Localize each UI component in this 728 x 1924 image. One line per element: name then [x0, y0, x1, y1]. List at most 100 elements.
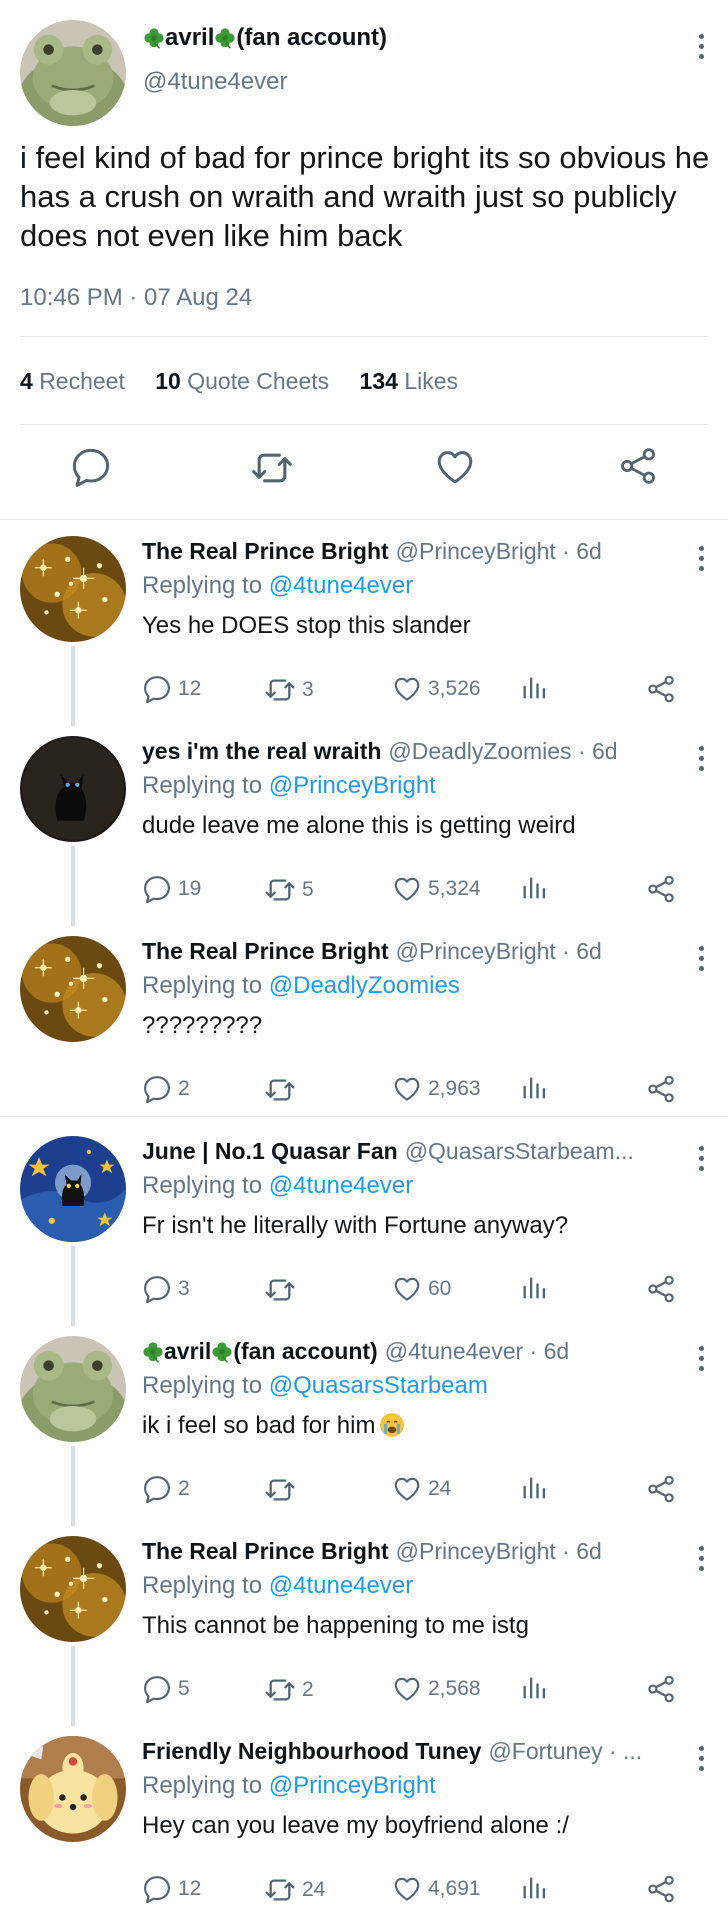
share-button[interactable] — [646, 874, 676, 904]
reply-text: Fr isn't he literally with Fortune anywa… — [142, 1212, 569, 1239]
more-options-button[interactable] — [698, 546, 704, 571]
views-button[interactable] — [520, 1274, 548, 1302]
avatar[interactable] — [20, 936, 126, 1042]
reply-author-name-suffix[interactable]: (fan account) — [233, 1338, 377, 1365]
replying-to-link[interactable]: @DeadlyZoomies — [269, 972, 460, 999]
more-options-button[interactable] — [698, 1546, 704, 1571]
tweet-actions — [0, 446, 728, 496]
reply-item[interactable]: avril (fan account) @4tune4ever · 6d Rep… — [0, 1324, 728, 1526]
reply-button[interactable]: 12 — [142, 1874, 201, 1904]
reply-button[interactable]: 5 — [142, 1674, 190, 1704]
avatar[interactable] — [20, 1736, 126, 1842]
replying-to-link[interactable]: @4tune4ever — [269, 1572, 413, 1599]
more-options-button[interactable] — [698, 746, 704, 771]
more-options-button[interactable] — [698, 946, 704, 971]
heart-icon — [392, 674, 422, 704]
divider — [20, 336, 708, 337]
more-options-button[interactable] — [698, 1146, 704, 1171]
reply-item[interactable]: The Real Prince Bright @PrinceyBright · … — [0, 924, 728, 1124]
like-button[interactable]: 2,568 — [392, 1674, 481, 1704]
reply-handle-time[interactable]: @PrinceyBright · 6d — [396, 1538, 602, 1565]
reply-handle-time[interactable]: @DeadlyZoomies · 6d — [388, 738, 617, 765]
reply-handle-time[interactable]: @Fortuney · ... — [488, 1738, 642, 1765]
reply-item[interactable]: June | No.1 Quasar Fan @QuasarsStarbeam.… — [0, 1124, 728, 1326]
like-button[interactable]: 24 — [392, 1474, 451, 1504]
replying-to-link[interactable]: @QuasarsStarbeam — [269, 1372, 488, 1399]
views-button[interactable] — [520, 674, 548, 702]
reply-author-name[interactable]: avril — [164, 1338, 211, 1365]
views-button[interactable] — [520, 1674, 548, 1702]
reply-button[interactable]: 2 — [142, 1074, 190, 1104]
reply-button[interactable] — [70, 446, 112, 493]
replying-to-link[interactable]: @4tune4ever — [269, 572, 413, 599]
likes-stat[interactable]: 134 Likes — [360, 368, 458, 394]
like-button[interactable]: 60 — [392, 1274, 451, 1304]
recheet-button[interactable] — [250, 446, 294, 495]
recheet-button[interactable]: 3 — [264, 674, 314, 706]
reply-author-name[interactable]: Friendly Neighbourhood Tuney — [142, 1738, 481, 1765]
reply-button[interactable]: 3 — [142, 1274, 190, 1304]
sparkle-avatar-icon — [20, 1536, 126, 1642]
avatar[interactable] — [20, 1336, 126, 1442]
reply-text: ????????? — [142, 1012, 263, 1039]
reply-button[interactable]: 19 — [142, 874, 201, 904]
like-button[interactable]: 2,963 — [392, 1074, 481, 1104]
reply-header: avril (fan account) @4tune4ever · 6d — [142, 1338, 670, 1365]
author-name[interactable]: avril (fan account) — [143, 24, 387, 52]
share-button[interactable] — [618, 446, 658, 491]
bar-chart-icon — [520, 1074, 548, 1102]
share-button[interactable] — [646, 1674, 676, 1704]
reply-handle-time[interactable]: @4tune4ever · 6d — [385, 1338, 569, 1365]
avatar[interactable] — [20, 20, 126, 126]
replying-to-link[interactable]: @PrinceyBright — [269, 772, 436, 799]
reply-author-name[interactable]: The Real Prince Bright — [142, 938, 389, 965]
reply-item[interactable]: Friendly Neighbourhood Tuney @Fortuney ·… — [0, 1724, 728, 1924]
views-button[interactable] — [520, 874, 548, 902]
views-button[interactable] — [520, 1474, 548, 1502]
share-icon — [646, 1874, 676, 1904]
like-button[interactable]: 5,324 — [392, 874, 481, 904]
views-button[interactable] — [520, 1874, 548, 1902]
views-button[interactable] — [520, 1074, 548, 1102]
recheet-button[interactable] — [264, 1074, 302, 1106]
reply-item[interactable]: yes i'm the real wraith @DeadlyZoomies ·… — [0, 724, 728, 926]
reply-item[interactable]: The Real Prince Bright @PrinceyBright · … — [0, 1524, 728, 1726]
reply-handle-time[interactable]: @PrinceyBright · 6d — [396, 938, 602, 965]
reply-author-name[interactable]: The Real Prince Bright — [142, 538, 389, 565]
share-button[interactable] — [646, 1074, 676, 1104]
replying-to-link[interactable]: @PrinceyBright — [269, 1772, 436, 1799]
avatar[interactable] — [20, 1136, 126, 1242]
avatar[interactable] — [20, 536, 126, 642]
reply-header: The Real Prince Bright @PrinceyBright · … — [142, 1538, 670, 1565]
author-handle[interactable]: @4tune4ever — [143, 68, 287, 96]
recheet-button[interactable]: 5 — [264, 874, 314, 906]
more-options-button[interactable] — [698, 1346, 704, 1371]
recheet-button[interactable]: 2 — [264, 1674, 314, 1706]
replying-to-link[interactable]: @4tune4ever — [269, 1172, 413, 1199]
share-button[interactable] — [646, 1874, 676, 1904]
more-options-button[interactable] — [698, 1746, 704, 1771]
share-button[interactable] — [646, 1274, 676, 1304]
like-button[interactable] — [434, 446, 476, 493]
reply-author-name[interactable]: The Real Prince Bright — [142, 1538, 389, 1565]
reply-author-name[interactable]: yes i'm the real wraith — [142, 738, 381, 765]
reply-button[interactable]: 2 — [142, 1474, 190, 1504]
recheet-button[interactable]: 24 — [264, 1874, 325, 1906]
share-button[interactable] — [646, 1474, 676, 1504]
more-options-button[interactable] — [698, 34, 704, 59]
share-button[interactable] — [646, 674, 676, 704]
reply-handle-time[interactable]: @PrinceyBright · 6d — [396, 538, 602, 565]
thread-line — [71, 846, 75, 926]
quotes-stat[interactable]: 10 Quote Cheets — [155, 368, 329, 394]
reply-button[interactable]: 12 — [142, 674, 201, 704]
avatar[interactable] — [20, 1536, 126, 1642]
recheet-button[interactable] — [264, 1274, 302, 1306]
avatar[interactable] — [20, 736, 126, 842]
reply-handle-time[interactable]: @QuasarsStarbeam... — [405, 1138, 634, 1165]
reply-item[interactable]: The Real Prince Bright @PrinceyBright · … — [0, 524, 728, 726]
like-button[interactable]: 4,691 — [392, 1874, 481, 1904]
recheets-stat[interactable]: 4 Recheet — [20, 368, 125, 394]
reply-author-name[interactable]: June | No.1 Quasar Fan — [142, 1138, 398, 1165]
like-button[interactable]: 3,526 — [392, 674, 481, 704]
recheet-button[interactable] — [264, 1474, 302, 1506]
